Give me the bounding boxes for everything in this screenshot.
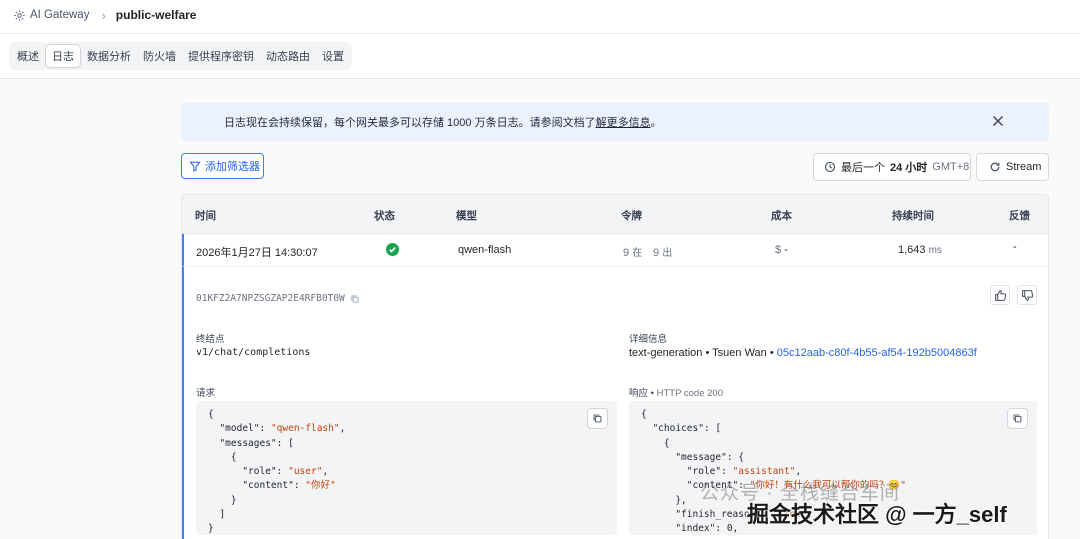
request-id: 01KFZ2A7NPZSGZAP2E4RFB0T0W	[196, 293, 360, 304]
tab-firewall[interactable]: 防火墙	[137, 44, 182, 68]
table-row[interactable]: 2026年1月27日 14:30:07 qwen-flash 9 在 9 出 $…	[182, 234, 1048, 267]
row-duration: 1,643 ms	[898, 244, 942, 256]
clock-icon	[824, 161, 836, 173]
ai-gateway-icon	[14, 9, 25, 21]
tab-provider-keys[interactable]: 提供程序密钥	[182, 44, 260, 68]
timezone-label: GMT+8	[932, 161, 970, 173]
brand[interactable]: AI Gateway	[13, 9, 89, 22]
info-banner: 日志现在会持续保留，每个网关最多可以存储 1000 万条日志。请参阅文档了 解更多…	[181, 103, 1049, 141]
row-tokens-in: 9 在	[623, 244, 642, 259]
duration-value: 1,643	[898, 244, 926, 256]
top-bar: AI Gateway › public-welfare	[0, 0, 1080, 30]
details-type: text-generation	[629, 347, 703, 359]
tokens-out-unit: 出	[662, 248, 673, 259]
close-icon[interactable]	[990, 113, 1006, 129]
breadcrumb-chevron-icon: ›	[101, 7, 106, 23]
col-status[interactable]: 状态	[374, 208, 395, 223]
col-tokens[interactable]: 令牌	[621, 208, 642, 223]
banner-text-end: 。	[650, 117, 662, 129]
details-id-link[interactable]: 05c12aab-c80f-4b55-af54-192b5004863f	[777, 347, 977, 359]
tab-settings[interactable]: 设置	[316, 44, 350, 68]
stream-button[interactable]: Stream	[976, 153, 1049, 181]
time-range-button[interactable]: 最后一个 24 小时 GMT+8	[813, 153, 971, 181]
response-code: HTTP code 200	[656, 388, 723, 399]
request-label: 请求	[196, 388, 216, 399]
thumbs-down-button[interactable]	[1017, 285, 1037, 305]
tab-dynamic-routing[interactable]: 动态路由	[260, 44, 316, 68]
time-range-value: 24 小时	[890, 162, 928, 174]
add-filter-label: 添加筛选器	[205, 161, 260, 173]
row-feedback: -	[1013, 241, 1017, 253]
main-content: 日志现在会持续保留，每个网关最多可以存储 1000 万条日志。请参阅文档了 解更多…	[0, 80, 1080, 539]
thumbs-up-button[interactable]	[990, 285, 1010, 305]
endpoint-label: 终结点	[196, 334, 225, 345]
response-label-text: 响应	[629, 388, 649, 399]
tabs-row: 概述 日志 数据分析 防火墙 提供程序密钥 动态路由 设置	[0, 33, 1080, 79]
watermark-juejin: 掘金技术社区 @ 一方_self	[747, 502, 1007, 527]
brand-label: AI Gateway	[30, 9, 90, 21]
request-id-value: 01KFZ2A7NPZSGZAP2E4RFB0T0W	[196, 293, 345, 304]
thumbs-down-icon	[1021, 289, 1033, 301]
project-name[interactable]: public-welfare	[116, 8, 197, 22]
tab-logs[interactable]: 日志	[45, 44, 81, 68]
details-user: Tsuen Wan	[712, 347, 767, 359]
tokens-in-unit: 在	[632, 248, 643, 259]
row-model: qwen-flash	[458, 244, 512, 256]
copy-id-icon[interactable]	[350, 294, 360, 304]
add-filter-button[interactable]: 添加筛选器	[181, 153, 264, 179]
banner-text: 日志现在会持续保留，每个网关最多可以存储 1000 万条日志。请参阅文档了	[224, 117, 596, 129]
col-duration[interactable]: 持续时间	[892, 208, 934, 223]
copy-request-button[interactable]	[587, 408, 608, 429]
endpoint-value: v1/chat/completions	[196, 347, 311, 358]
row-time: 2026年1月27日 14:30:07	[196, 247, 318, 259]
thumbs-up-icon	[994, 289, 1006, 301]
stream-label: Stream	[1006, 161, 1042, 173]
request-body[interactable]: { "model": "qwen-flash", "messages": [ {…	[196, 401, 617, 535]
cost-value: -	[784, 244, 788, 256]
copy-icon	[593, 414, 602, 423]
copy-icon	[1013, 414, 1022, 423]
time-range-prefix: 最后一个	[841, 162, 885, 174]
col-time[interactable]: 时间	[195, 208, 216, 223]
details-value: text-generation • Tsuen Wan • 05c12aab-c…	[629, 347, 977, 359]
tab-analytics[interactable]: 数据分析	[81, 44, 137, 68]
tab-overview[interactable]: 概述	[11, 44, 45, 68]
tokens-in-value: 9	[623, 247, 630, 259]
table-header: 时间 状态 模型 令牌 成本 持续时间 反馈	[182, 195, 1048, 234]
col-model[interactable]: 模型	[456, 208, 477, 223]
filter-icon	[189, 161, 201, 172]
duration-unit: ms	[928, 245, 942, 256]
logs-table: 时间 状态 模型 令牌 成本 持续时间 反馈 2026年1月27日 14:30:…	[181, 194, 1049, 539]
row-tokens-out: 9 出	[653, 244, 672, 259]
refresh-icon	[990, 162, 1000, 172]
cost-symbol: $	[775, 244, 782, 256]
col-cost[interactable]: 成本	[771, 208, 792, 223]
banner-docs-link[interactable]: 解更多信息	[596, 114, 651, 130]
tokens-out-value: 9	[653, 247, 660, 259]
col-feedback[interactable]: 反馈	[1009, 208, 1030, 223]
details-label: 详细信息	[629, 334, 668, 345]
tab-bar: 概述 日志 数据分析 防火墙 提供程序密钥 动态路由 设置	[9, 42, 352, 70]
response-label: 响应 • HTTP code 200	[629, 388, 723, 399]
copy-response-button[interactable]	[1007, 408, 1028, 429]
success-check-icon	[386, 243, 399, 256]
row-cost: $ -	[775, 244, 788, 256]
